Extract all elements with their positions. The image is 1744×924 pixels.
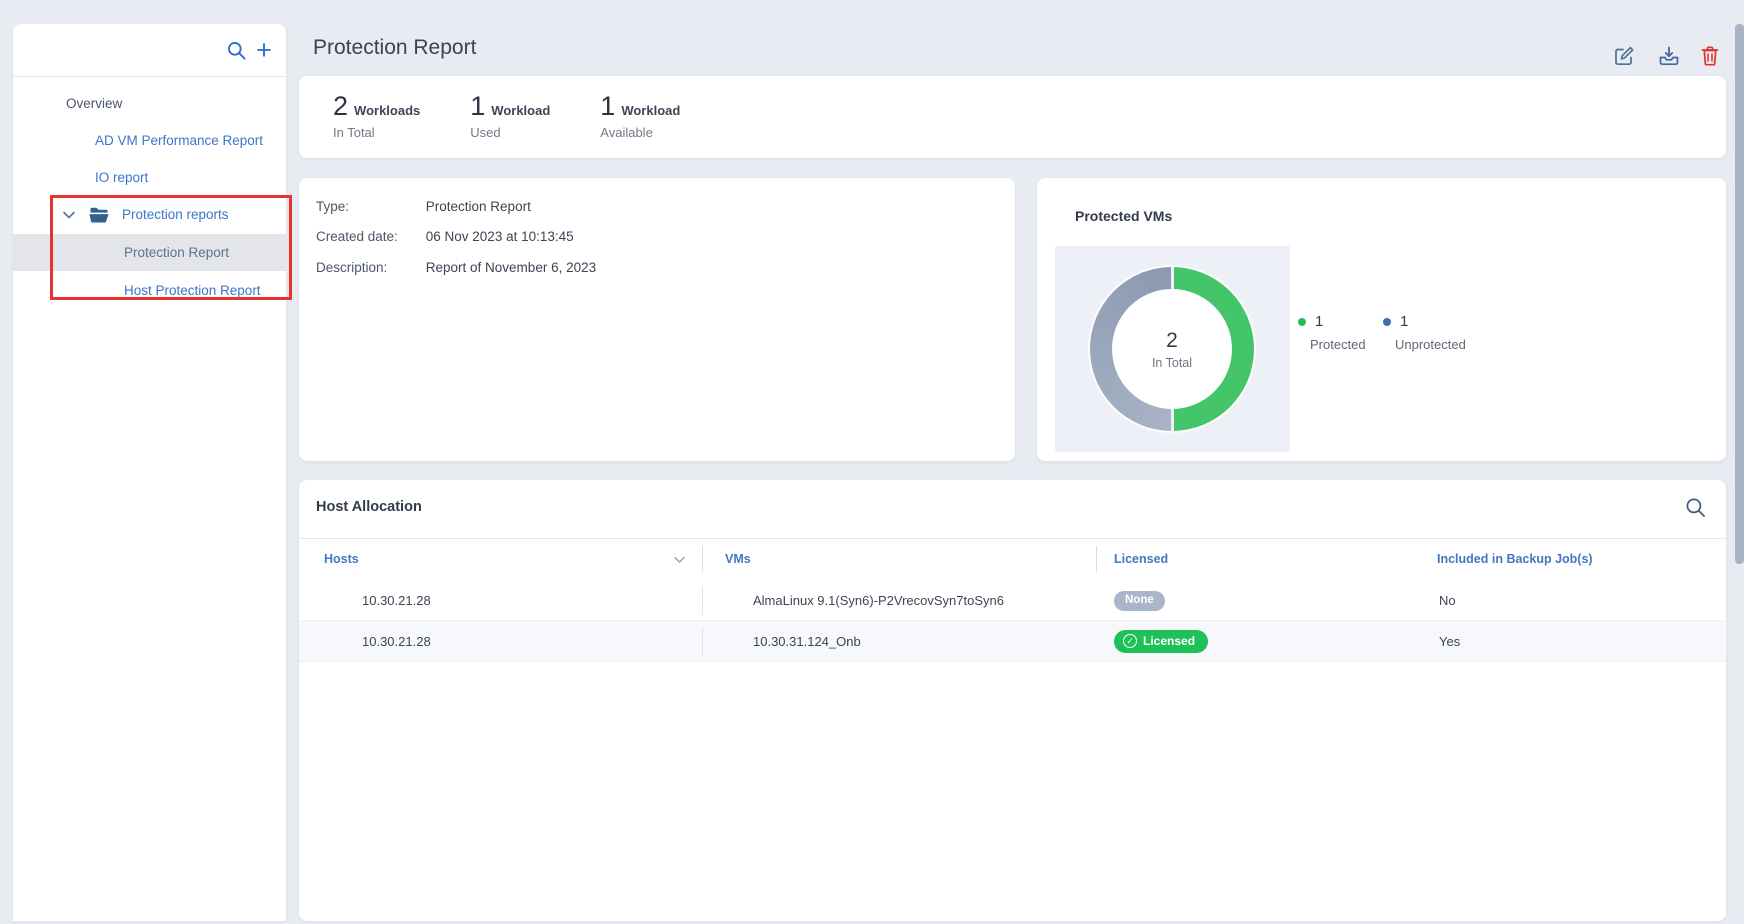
check-circle-icon: ✓ bbox=[1123, 634, 1137, 648]
vm-cell: 10.30.31.124_Onb bbox=[753, 621, 861, 662]
donut-total-value: 2 bbox=[1166, 329, 1178, 353]
detail-row-description: Description: Report of November 6, 2023 bbox=[316, 259, 596, 277]
column-separator bbox=[702, 546, 703, 572]
donut-chart-panel: 2 In Total bbox=[1055, 246, 1290, 452]
page-title: Protection Report bbox=[313, 36, 476, 60]
sidebar: + Overview AD VM Performance Report IO r… bbox=[13, 24, 286, 921]
donut-segment-gap bbox=[1171, 409, 1174, 433]
legend-dot-blue bbox=[1383, 318, 1391, 326]
stat-caption: In Total bbox=[333, 125, 420, 140]
donut-segment-gap bbox=[1171, 265, 1174, 289]
vertical-scrollbar-track[interactable] bbox=[1735, 0, 1744, 924]
status-badge-licensed: ✓ Licensed bbox=[1114, 630, 1208, 653]
protected-vms-title: Protected VMs bbox=[1075, 208, 1172, 224]
licensed-cell: None bbox=[1114, 580, 1165, 621]
column-separator bbox=[702, 586, 703, 615]
legend-label: Unprotected bbox=[1395, 337, 1466, 352]
column-header-included-in-backup-jobs[interactable]: Included in Backup Job(s) bbox=[1437, 539, 1593, 579]
sidebar-item-ad-vm-performance-report[interactable]: AD VM Performance Report bbox=[13, 122, 286, 159]
sidebar-item-protection-reports-folder[interactable]: Protection reports bbox=[13, 196, 286, 233]
host-cell: 10.30.21.28 bbox=[362, 580, 431, 621]
workloads-summary-card: 2 Workloads In Total 1 Workload Used 1 W… bbox=[299, 76, 1726, 158]
detail-value: Report of November 6, 2023 bbox=[426, 260, 596, 275]
column-header-licensed[interactable]: Licensed bbox=[1114, 539, 1168, 579]
sidebar-item-label: Protection Report bbox=[124, 245, 229, 260]
stat-value: 1 bbox=[470, 91, 485, 122]
vertical-scrollbar-thumb[interactable] bbox=[1735, 24, 1744, 564]
report-details-card: Type: Protection Report Created date: 06… bbox=[299, 178, 1015, 461]
vm-cell: AlmaLinux 9.1(Syn6)-P2VrecovSyn7toSyn6 bbox=[753, 580, 1004, 621]
chevron-down-icon[interactable] bbox=[62, 208, 76, 222]
host-cell: 10.30.21.28 bbox=[362, 621, 431, 662]
sidebar-item-label: Host Protection Report bbox=[124, 283, 261, 298]
protected-vms-card: Protected VMs 2 In Total 1 Protected 1 bbox=[1037, 178, 1726, 461]
stat-value: 2 bbox=[333, 91, 348, 122]
stat-workloads-used: 1 Workload Used bbox=[470, 91, 550, 158]
legend-count: 1 bbox=[1400, 313, 1408, 330]
host-allocation-title: Host Allocation bbox=[316, 499, 422, 515]
detail-label: Type: bbox=[316, 198, 422, 216]
legend-label: Protected bbox=[1310, 337, 1366, 352]
detail-value: 06 Nov 2023 at 10:13:45 bbox=[426, 229, 574, 244]
sidebar-toolbar: + bbox=[13, 24, 286, 77]
donut-center: 2 In Total bbox=[1112, 289, 1232, 409]
search-icon[interactable] bbox=[1685, 497, 1706, 518]
donut-total-label: In Total bbox=[1152, 356, 1192, 370]
sidebar-item-host-protection-report[interactable]: Host Protection Report bbox=[13, 272, 286, 309]
sidebar-item-protection-report[interactable]: Protection Report bbox=[13, 234, 286, 271]
badge-label: Licensed bbox=[1143, 634, 1195, 648]
plus-icon[interactable]: + bbox=[252, 35, 276, 65]
table-row[interactable]: 10.30.21.28 AlmaLinux 9.1(Syn6)-P2Vrecov… bbox=[299, 580, 1726, 621]
detail-row-type: Type: Protection Report bbox=[316, 198, 531, 216]
table-row[interactable]: 10.30.21.28 10.30.31.124_Onb ✓ Licensed … bbox=[299, 621, 1726, 662]
stat-caption: Available bbox=[600, 125, 680, 140]
sidebar-item-io-report[interactable]: IO report bbox=[13, 159, 286, 196]
protected-vms-donut-chart: 2 In Total bbox=[1090, 267, 1254, 431]
legend-count: 1 bbox=[1315, 313, 1323, 330]
included-cell: No bbox=[1439, 580, 1456, 621]
column-header-vms[interactable]: VMs bbox=[725, 539, 751, 579]
detail-label: Created date: bbox=[316, 228, 422, 246]
sidebar-item-label: Overview bbox=[66, 96, 122, 111]
detail-row-created-date: Created date: 06 Nov 2023 at 10:13:45 bbox=[316, 228, 574, 246]
detail-label: Description: bbox=[316, 259, 422, 277]
app-window: + Overview AD VM Performance Report IO r… bbox=[0, 0, 1744, 924]
legend-item-protected: 1 Protected bbox=[1298, 313, 1366, 352]
included-cell: Yes bbox=[1439, 621, 1460, 662]
open-folder-icon bbox=[88, 206, 110, 224]
sidebar-item-label: Protection reports bbox=[122, 196, 229, 233]
stat-value: 1 bbox=[600, 91, 615, 122]
sidebar-item-label: IO report bbox=[95, 170, 148, 185]
column-separator bbox=[1096, 546, 1097, 572]
edit-icon[interactable] bbox=[1612, 44, 1636, 68]
detail-value: Protection Report bbox=[426, 199, 531, 214]
stat-caption: Used bbox=[470, 125, 550, 140]
status-badge-none: None bbox=[1114, 591, 1165, 611]
licensed-cell: ✓ Licensed bbox=[1114, 621, 1208, 662]
stat-unit: Workload bbox=[491, 103, 550, 118]
table-header-row: Hosts VMs Licensed Included in Backup Jo… bbox=[299, 539, 1726, 579]
sidebar-item-label: AD VM Performance Report bbox=[95, 133, 263, 148]
legend-dot-green bbox=[1298, 318, 1306, 326]
stat-workloads-available: 1 Workload Available bbox=[600, 91, 680, 158]
column-header-hosts[interactable]: Hosts bbox=[324, 539, 359, 579]
legend-item-unprotected: 1 Unprotected bbox=[1383, 313, 1466, 352]
delete-icon[interactable] bbox=[1698, 44, 1722, 68]
search-icon[interactable] bbox=[227, 41, 246, 60]
stat-unit: Workload bbox=[621, 103, 680, 118]
sort-chevron-down-icon[interactable] bbox=[673, 553, 686, 566]
column-separator bbox=[702, 627, 703, 656]
host-allocation-card: Host Allocation Hosts VMs Licensed Inclu… bbox=[299, 480, 1726, 921]
stat-unit: Workloads bbox=[354, 103, 420, 118]
export-icon[interactable] bbox=[1657, 44, 1681, 68]
stat-workloads-total: 2 Workloads In Total bbox=[333, 91, 420, 158]
sidebar-item-overview[interactable]: Overview bbox=[13, 85, 286, 122]
